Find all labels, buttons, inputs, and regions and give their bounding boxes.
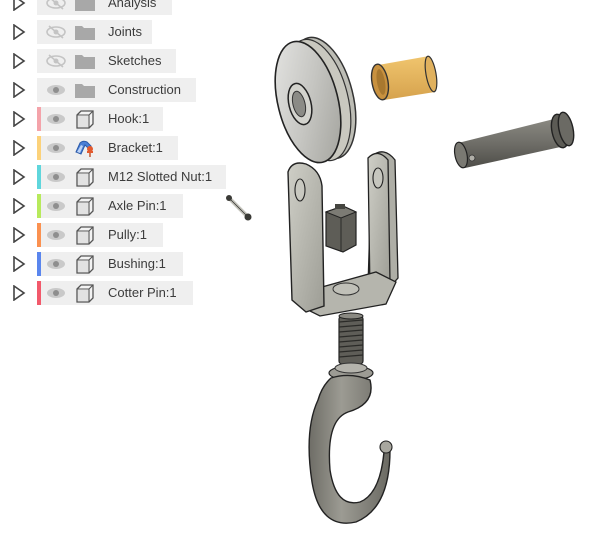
eye-icon[interactable] <box>46 286 66 300</box>
component-color-bar <box>37 107 41 131</box>
folder-icon <box>75 84 95 98</box>
component-color-bar <box>37 223 41 247</box>
component-color-bar <box>37 136 41 160</box>
component-color-bar <box>37 194 41 218</box>
component-box-icon <box>76 255 94 274</box>
component-color-bar <box>37 165 41 189</box>
active-component-pin-icon <box>75 140 93 157</box>
slotted-nut-part[interactable] <box>324 204 358 253</box>
component-box-icon <box>76 110 94 129</box>
eye-icon[interactable] <box>46 141 66 155</box>
eye-hidden-icon[interactable] <box>46 25 66 39</box>
expand-triangle-icon[interactable] <box>12 285 26 301</box>
expand-triangle-icon[interactable] <box>12 256 26 272</box>
expand-triangle-icon[interactable] <box>12 198 26 214</box>
pulley-part[interactable] <box>264 31 367 170</box>
folder-icon <box>75 26 95 40</box>
expand-triangle-icon[interactable] <box>12 169 26 185</box>
component-box-icon <box>76 226 94 245</box>
axle-pin-part[interactable] <box>452 111 576 169</box>
component-color-bar <box>37 281 41 305</box>
eye-icon[interactable] <box>46 257 66 271</box>
item-label: Analysis <box>108 0 157 10</box>
eye-icon[interactable] <box>46 170 66 184</box>
eye-icon[interactable] <box>46 199 66 213</box>
component-color-bar <box>37 252 41 276</box>
item-label: Bushing:1 <box>108 256 166 271</box>
bushing-part[interactable] <box>369 55 439 101</box>
expand-triangle-icon[interactable] <box>12 24 26 40</box>
item-label: Axle Pin:1 <box>108 198 167 213</box>
item-label: Cotter Pin:1 <box>108 285 177 300</box>
expand-triangle-icon[interactable] <box>12 140 26 156</box>
component-box-icon <box>76 168 94 187</box>
item-label: Joints <box>108 24 142 39</box>
eye-hidden-icon[interactable] <box>46 0 66 10</box>
item-label: Hook:1 <box>108 111 150 126</box>
item-label: Construction <box>108 82 181 97</box>
expand-triangle-icon[interactable] <box>12 0 26 11</box>
item-label: M12 Slotted Nut:1 <box>108 169 213 184</box>
eye-icon[interactable] <box>46 112 66 126</box>
expand-triangle-icon[interactable] <box>12 111 26 127</box>
folder-icon <box>75 0 95 11</box>
cotter-pin-part[interactable] <box>226 195 252 221</box>
expand-triangle-icon[interactable] <box>12 227 26 243</box>
hook-part[interactable] <box>308 312 393 524</box>
folder-icon <box>75 55 95 69</box>
item-label: Pully:1 <box>108 227 148 242</box>
eye-icon[interactable] <box>46 228 66 242</box>
eye-hidden-icon[interactable] <box>46 54 66 68</box>
item-label: Sketches <box>108 53 162 68</box>
eye-icon[interactable] <box>46 83 66 97</box>
component-box-icon <box>76 197 94 216</box>
expand-triangle-icon[interactable] <box>12 53 26 69</box>
item-label: Bracket:1 <box>108 140 163 155</box>
expand-triangle-icon[interactable] <box>12 82 26 98</box>
component-box-icon <box>76 284 94 303</box>
